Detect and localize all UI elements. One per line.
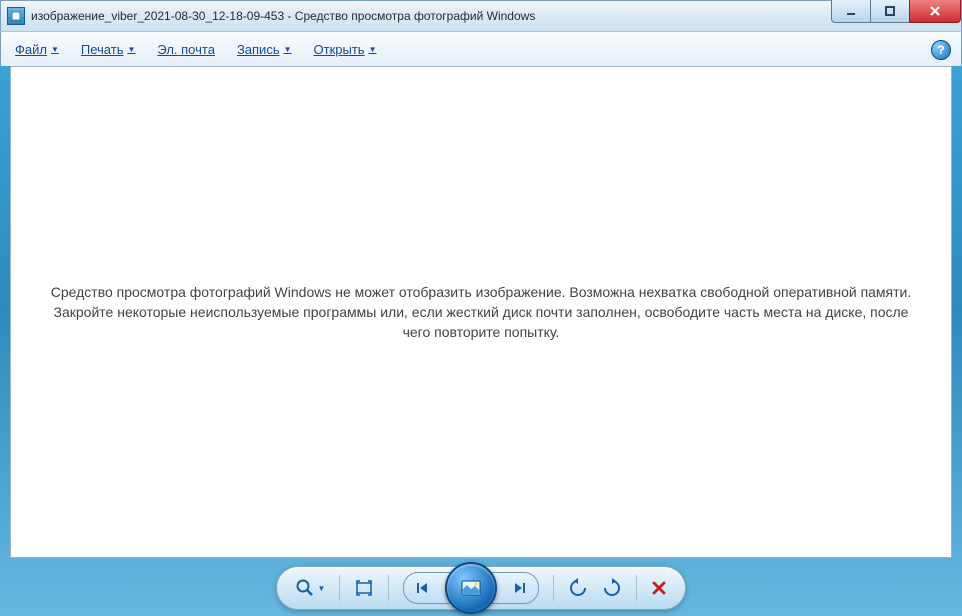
zoom-button[interactable] <box>295 578 315 598</box>
menu-burn-label: Запись <box>237 42 280 57</box>
separator <box>339 575 340 601</box>
chevron-down-icon: ▼ <box>127 45 135 54</box>
separator <box>636 575 637 601</box>
slideshow-button[interactable] <box>445 562 497 614</box>
window-title: изображение_viber_2021-08-30_12-18-09-45… <box>31 9 535 23</box>
chevron-down-icon: ▼ <box>369 45 377 54</box>
image-viewport: Средство просмотра фотографий Windows не… <box>10 66 952 558</box>
zoom-dropdown[interactable]: ▼ <box>318 584 326 593</box>
maximize-button[interactable] <box>870 0 910 23</box>
close-icon <box>928 4 942 18</box>
title-bar: изображение_viber_2021-08-30_12-18-09-45… <box>0 0 962 32</box>
menu-email[interactable]: Эл. почта <box>157 42 215 57</box>
separator <box>553 575 554 601</box>
delete-icon <box>651 580 667 596</box>
next-button[interactable] <box>491 572 539 604</box>
fit-icon <box>354 578 374 598</box>
next-icon <box>511 581 527 595</box>
magnifier-icon <box>295 578 315 598</box>
navigation-group <box>403 562 539 614</box>
player-toolbar: ▼ <box>0 566 962 610</box>
menu-open-label: Открыть <box>314 42 365 57</box>
rotate-cw-button[interactable] <box>602 578 622 598</box>
rotate-cw-icon <box>602 578 622 598</box>
toolbar-pill: ▼ <box>276 566 687 610</box>
menu-bar: Файл ▼ Печать ▼ Эл. почта Запись ▼ Откры… <box>0 32 962 66</box>
rotate-ccw-button[interactable] <box>568 578 588 598</box>
menu-email-label: Эл. почта <box>157 42 215 57</box>
error-message: Средство просмотра фотографий Windows не… <box>41 282 921 343</box>
delete-button[interactable] <box>651 580 667 596</box>
prev-icon <box>415 581 431 595</box>
caption-buttons <box>832 0 961 22</box>
help-icon: ? <box>937 43 944 57</box>
zoom-group: ▼ <box>295 578 326 598</box>
menu-print-label: Печать <box>81 42 124 57</box>
menu-file[interactable]: Файл ▼ <box>15 42 59 57</box>
app-icon <box>7 7 25 25</box>
chevron-down-icon: ▼ <box>51 45 59 54</box>
rotate-group <box>568 578 622 598</box>
fit-button[interactable] <box>354 578 374 598</box>
close-button[interactable] <box>909 0 961 23</box>
chevron-down-icon: ▼ <box>284 45 292 54</box>
rotate-ccw-icon <box>568 578 588 598</box>
maximize-icon <box>884 5 896 17</box>
minimize-icon <box>845 5 857 17</box>
menu-file-label: Файл <box>15 42 47 57</box>
help-button[interactable]: ? <box>931 40 951 60</box>
menu-burn[interactable]: Запись ▼ <box>237 42 292 57</box>
menu-print[interactable]: Печать ▼ <box>81 42 136 57</box>
previous-button[interactable] <box>403 572 451 604</box>
separator <box>388 575 389 601</box>
minimize-button[interactable] <box>831 0 871 23</box>
slideshow-icon <box>459 576 483 600</box>
menu-open[interactable]: Открыть ▼ <box>314 42 377 57</box>
